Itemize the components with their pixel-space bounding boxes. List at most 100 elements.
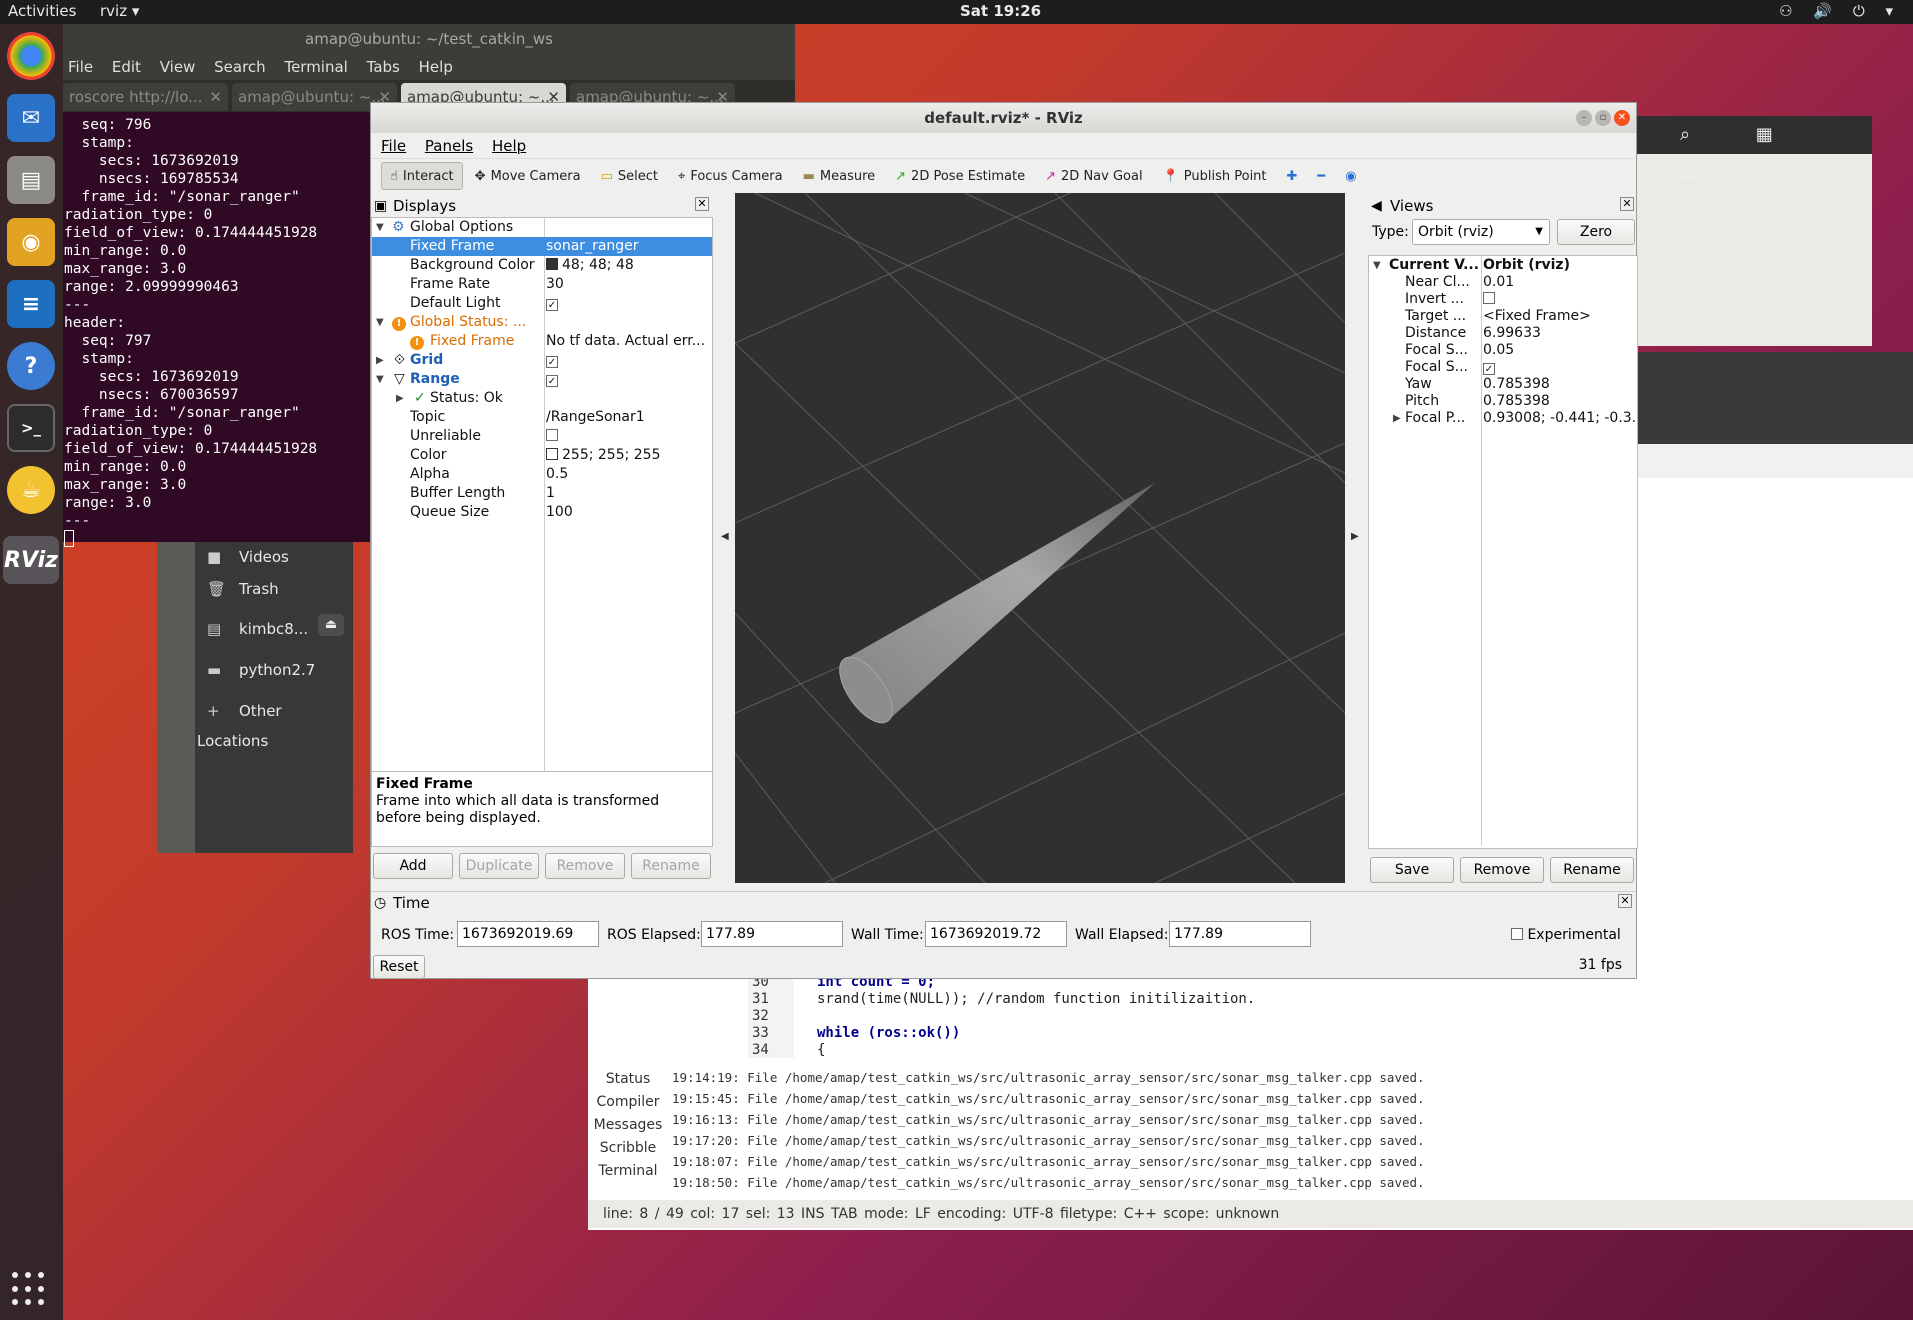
terminal-title[interactable]: amap@ubuntu: ~/test_catkin_ws [63,24,795,54]
row-value[interactable]: ✓ [546,370,708,389]
view-type-select[interactable]: Orbit (rviz) ▼ [1412,219,1550,245]
checkbox[interactable]: ✓ [1483,363,1495,375]
code-line[interactable]: while (ros::ok()) [817,1025,960,1041]
tab-terminal[interactable]: Terminal [588,1160,668,1183]
sidebar-item-drive[interactable]: ▤ kimbc8... [197,614,308,644]
checkbox[interactable]: ✓ [546,375,558,387]
close-icon[interactable]: ✕ [695,197,709,211]
remove-button[interactable]: Remove [545,853,625,879]
rviz-icon[interactable]: RViz [3,536,59,584]
files-icon[interactable]: ▤ [7,156,55,204]
activities-button[interactable]: Activities [8,2,76,20]
tree-row-unreliable[interactable]: Unreliable [372,427,712,446]
menu-edit[interactable]: Edit [112,58,141,76]
tree-row-range[interactable]: ▼ ▽ Range ✓ [372,370,712,389]
close-icon[interactable]: ✕ [1618,894,1632,908]
tree-row-color[interactable]: Color 255; 255; 255 [372,446,712,465]
code-line[interactable]: srand(time(NULL)); //random function ini… [817,991,1255,1007]
menu-panels[interactable]: Panels [425,137,473,155]
help-icon[interactable]: ? [7,342,55,390]
row-value[interactable]: ✓ [546,294,708,313]
code-line[interactable]: { [817,1042,825,1058]
focus-camera-tool[interactable]: ⌖ Focus Camera [670,162,791,190]
row-value[interactable]: 48; 48; 48 [546,256,708,275]
tab-scribble[interactable]: Scribble [588,1137,668,1160]
tree-row-focal-point[interactable]: ▶ Focal P... 0.93008; -0.441; -0.3... [1369,409,1637,428]
add-button[interactable]: Add [373,853,453,879]
tree-row-topic[interactable]: Topic/RangeSonar1 [372,408,712,427]
expand-icon[interactable]: ▶ [376,351,384,370]
checkbox[interactable]: ✓ [546,299,558,311]
collapse-right-icon[interactable]: ▶ [1351,531,1359,542]
sidebar-item-other-locations[interactable]: + Other Locations [197,696,353,750]
maximize-icon[interactable]: ▫ [1595,110,1611,126]
view-menu-icon[interactable]: ◉ [1337,162,1364,190]
ros-elapsed-field[interactable]: 177.89 [701,921,843,947]
row-value[interactable]: /RangeSonar1 [546,408,708,427]
nav-goal-tool[interactable]: ↗ 2D Nav Goal [1037,162,1150,190]
tree-row-queue-size[interactable]: Queue Size 100 [372,503,712,522]
tree-row-alpha[interactable]: Alpha 0.5 [372,465,712,484]
menu-help[interactable]: Help [419,58,453,76]
row-value[interactable]: sonar_ranger [546,237,708,256]
menu-search[interactable]: Search [214,58,266,76]
select-tool[interactable]: ▭ Select [593,162,666,190]
rename-button[interactable]: Rename [631,853,711,879]
row-value[interactable]: 0.5 [546,465,708,484]
reset-button[interactable]: Reset [373,955,425,979]
tree-row-background-color[interactable]: Background Color 48; 48; 48 [372,256,712,275]
menu-tabs[interactable]: Tabs [367,58,400,76]
thunderbird-icon[interactable]: ✉ [7,94,55,142]
wall-time-field[interactable]: 1673692019.72 [925,921,1067,947]
close-icon[interactable]: ✕ [1614,110,1630,126]
show-apps-icon[interactable] [12,1272,48,1308]
expand-icon[interactable]: ▼ [376,218,384,237]
menu-view[interactable]: View [160,58,196,76]
app-menu[interactable]: rviz ▾ [100,2,139,20]
checkbox[interactable] [1483,292,1495,304]
checkbox[interactable]: ✓ [546,356,558,368]
terminal-tab[interactable]: roscore http://lo... ✕ [63,83,228,111]
row-value[interactable]: ✓ [546,351,708,370]
row-value[interactable]: 1 [546,484,708,503]
expand-icon[interactable]: ▼ [376,313,384,332]
expand-icon[interactable]: ▼ [376,370,384,389]
tab-status[interactable]: Status [588,1068,668,1091]
add-tool-icon[interactable]: ✚ [1279,162,1306,190]
chrome-icon[interactable] [7,32,55,80]
pose-estimate-tool[interactable]: ↗ 2D Pose Estimate [887,162,1033,190]
expand-icon[interactable]: ▶ [1393,409,1401,428]
row-value[interactable]: 255; 255; 255 [546,446,708,465]
clock[interactable]: Sat 19:26 [960,2,1041,20]
ros-time-field[interactable]: 1673692019.69 [457,921,599,947]
tree-row-default-light[interactable]: Default Light ✓ [372,294,712,313]
row-value[interactable] [546,427,708,446]
menu-file[interactable]: File [381,137,406,155]
tree-row-status-fixed-frame[interactable]: ! Fixed Frame No tf data. Actual err... [372,332,712,351]
tree-row-fixed-frame[interactable]: Fixed Frame sonar_ranger [372,237,712,256]
collapse-left-icon[interactable]: ◀ [721,531,729,542]
rviz-title[interactable]: default.rviz* - RViz [371,103,1636,133]
publish-point-tool[interactable]: 📍 Publish Point [1155,162,1275,190]
experimental-checkbox[interactable] [1511,928,1523,940]
tab-compiler[interactable]: Compiler [588,1091,668,1114]
measure-tool[interactable]: ▬ Measure [795,162,884,190]
terminal-icon[interactable]: >_ [7,404,55,452]
row-value[interactable]: 0.93008; -0.441; -0.3... [1483,409,1635,428]
tree-row-grid[interactable]: ▶ ⟐ Grid ✓ [372,351,712,370]
writer-icon[interactable]: ≡ [7,280,55,328]
rostea-icon[interactable]: ☕ [7,466,55,514]
close-icon[interactable]: ✕ [1620,197,1634,211]
tree-row-buffer-length[interactable]: Buffer Length 1 [372,484,712,503]
rename-view-button[interactable]: Rename [1550,857,1634,883]
zero-button[interactable]: Zero [1557,219,1635,245]
sidebar-item-trash[interactable]: 🗑 Trash [197,574,279,604]
row-value[interactable]: 30 [546,275,708,294]
experimental-option[interactable]: Experimental [1511,927,1621,943]
render-viewport[interactable] [735,193,1345,883]
checkbox[interactable] [546,429,558,441]
tree-row-frame-rate[interactable]: Frame Rate 30 [372,275,712,294]
rhythmbox-icon[interactable]: ◉ [7,218,55,266]
save-button[interactable]: Save [1370,857,1454,883]
tree-row-status-ok[interactable]: ▶ ✓ Status: Ok [372,389,712,408]
